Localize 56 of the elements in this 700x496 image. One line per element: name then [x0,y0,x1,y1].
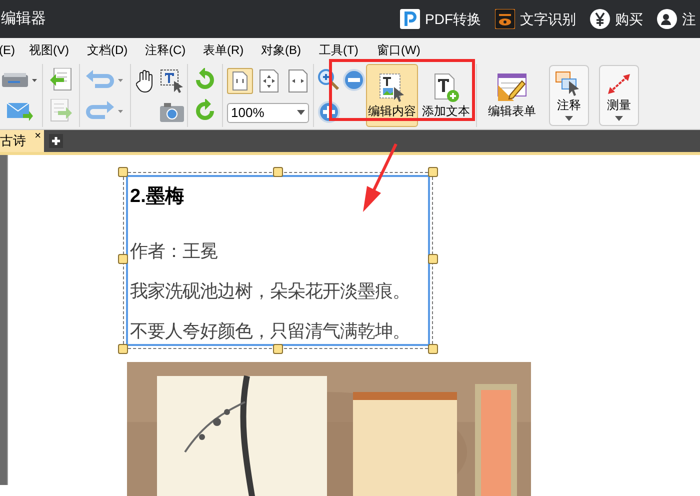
close-icon[interactable]: × [34,128,41,144]
resize-handle[interactable] [273,167,283,177]
eye-icon [495,9,515,29]
zoom-dropdown[interactable]: 100% [227,102,309,123]
caret-icon [297,110,305,116]
menu-item[interactable]: 文档(D) [87,41,145,59]
arrow [363,143,398,212]
poem-line: 不要人夸好颜色，只留清气满乾坤。 [130,320,411,343]
actual-size-button[interactable] [227,68,253,94]
text-box[interactable]: 2.墨梅 作者：王冕 我家洗砚池边树，朵朵花开淡墨痕。 不要人夸好颜色，只留清气满乾坤。 [126,175,430,346]
toolbar-button[interactable]: 添加文本 [420,64,472,127]
menu-item[interactable]: 表单(R) [203,41,261,59]
document-icon [400,9,420,29]
zoom-icon[interactable] [316,68,340,92]
menu-item[interactable]: 工具(T) [319,41,377,59]
poem-line: 作者：王冕 [130,240,218,263]
add-text-icon [432,72,460,102]
page-import-icon[interactable] [50,68,72,92]
form-ruler-icon [496,72,528,102]
email-icon[interactable] [7,100,33,122]
toolbar-button[interactable]: 注释 [549,65,589,126]
menu-item[interactable]: (E) [0,41,29,59]
menu-item[interactable]: 对象(B) [261,41,319,59]
zoom-out-icon[interactable] [342,69,364,92]
resize-handle[interactable] [428,167,438,177]
toolbar-button[interactable]: 编辑表单 [481,64,543,127]
menu-item[interactable]: 视图(V) [29,41,87,59]
page-icon [232,71,248,92]
document-tab[interactable]: 古诗 × [0,130,44,152]
poem-title: 2.墨梅 [130,185,185,209]
fit-page-icon[interactable] [257,68,281,94]
user-icon [657,9,677,29]
rotate-clockwise-icon[interactable] [194,68,216,92]
header-link[interactable]: 文字识别 [495,8,576,30]
poem-line: 我家洗砚池边树，朵朵花开淡墨痕。 [130,280,411,303]
menu-item[interactable]: 注释(C) [145,41,203,59]
caret-icon [615,116,623,120]
header-link[interactable]: PDF转换 [400,8,481,30]
resize-handle[interactable] [118,254,128,264]
text-select-icon[interactable] [160,68,184,93]
new-tab-icon[interactable] [49,134,63,148]
toolbar-button[interactable]: 测量 [599,65,639,126]
camera-icon[interactable] [160,102,184,122]
menu-item[interactable]: 窗口(W) [377,41,435,59]
window-title: 编辑器 [0,8,46,29]
edit-content-icon [378,72,406,102]
header-link[interactable]: 购买 [590,8,643,30]
caret-icon [565,116,573,120]
resize-handle[interactable] [118,167,128,177]
resize-handle[interactable] [273,344,283,354]
header-link[interactable]: 注 [657,8,696,30]
resize-handle[interactable] [428,344,438,354]
resize-handle[interactable] [428,254,438,264]
toolbar-button[interactable]: 编辑内容 [366,64,418,127]
resize-handle[interactable] [118,344,128,354]
coin-icon [590,9,610,29]
